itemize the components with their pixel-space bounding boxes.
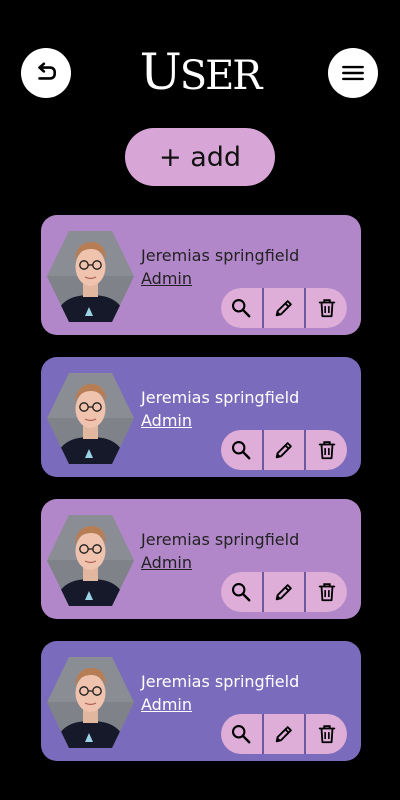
search-icon: [232, 582, 251, 602]
user-card: Jeremias springfield Admin: [41, 215, 361, 335]
card-actions: [221, 430, 347, 470]
search-icon: [232, 298, 251, 318]
view-button[interactable]: [221, 714, 262, 754]
view-button[interactable]: [221, 430, 262, 470]
trash-icon: [318, 725, 335, 744]
add-user-button[interactable]: + add: [125, 128, 275, 186]
trash-icon: [318, 299, 335, 318]
delete-button[interactable]: [306, 714, 347, 754]
user-role-link[interactable]: Admin: [141, 411, 192, 430]
avatar: [47, 373, 134, 464]
user-card: Jeremias springfield Admin: [41, 641, 361, 761]
user-role-link[interactable]: Admin: [141, 269, 192, 288]
pencil-icon: [275, 726, 292, 743]
avatar: [47, 657, 134, 748]
trash-icon: [318, 441, 335, 460]
user-name: Jeremias springfield: [141, 246, 300, 265]
card-actions: [221, 288, 347, 328]
edit-button[interactable]: [263, 288, 305, 328]
user-card: Jeremias springfield Admin: [41, 357, 361, 477]
pencil-icon: [275, 442, 292, 459]
back-button[interactable]: [21, 48, 71, 98]
card-actions: [221, 572, 347, 612]
pencil-icon: [275, 584, 292, 601]
logo-initial: U: [139, 43, 182, 101]
edit-button[interactable]: [263, 714, 305, 754]
view-button[interactable]: [221, 572, 262, 612]
search-icon: [232, 440, 251, 460]
card-actions: [221, 714, 347, 754]
menu-button[interactable]: [328, 48, 378, 98]
avatar: [47, 515, 134, 606]
user-name: Jeremias springfield: [141, 672, 300, 691]
user-role-link[interactable]: Admin: [141, 695, 192, 714]
view-button[interactable]: [221, 288, 262, 328]
app-logo: USER: [120, 44, 280, 100]
user-name: Jeremias springfield: [141, 388, 300, 407]
user-name: Jeremias springfield: [141, 530, 300, 549]
app-screen: USER + add Jeremias springfield Admin Je…: [0, 0, 400, 800]
undo-arrow-icon: [38, 62, 56, 80]
logo-rest: SER: [179, 53, 263, 99]
user-card: Jeremias springfield Admin: [41, 499, 361, 619]
pencil-icon: [275, 300, 292, 317]
edit-button[interactable]: [263, 430, 305, 470]
hamburger-menu-icon: [342, 65, 364, 81]
avatar: [47, 231, 134, 322]
trash-icon: [318, 583, 335, 602]
delete-button[interactable]: [306, 288, 347, 328]
search-icon: [232, 724, 251, 744]
user-role-link[interactable]: Admin: [141, 553, 192, 572]
delete-button[interactable]: [306, 430, 347, 470]
delete-button[interactable]: [306, 572, 347, 612]
edit-button[interactable]: [263, 572, 305, 612]
